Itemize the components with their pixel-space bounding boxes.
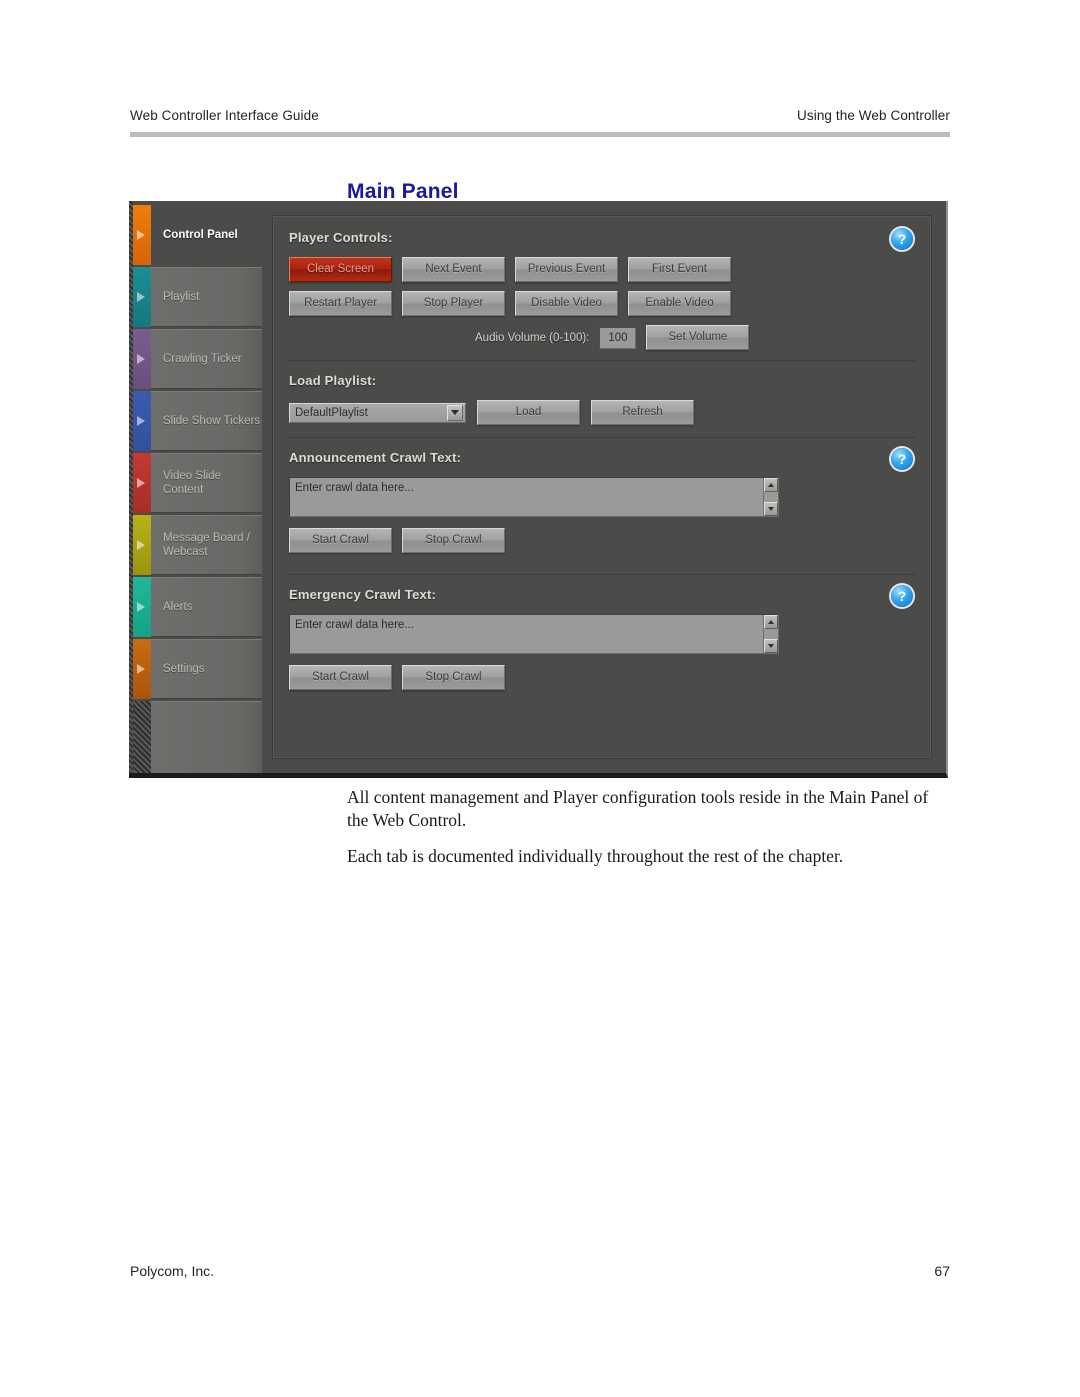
body-paragraph: Each tab is documented individually thro… (347, 845, 844, 866)
tab-color-swatch (133, 205, 151, 265)
tab-color-swatch (133, 515, 151, 575)
group-announcement-crawl: ? Announcement Crawl Text: Enter crawl d… (289, 437, 915, 574)
group-title-announcement-crawl: Announcement Crawl Text: (289, 450, 462, 465)
playlist-select-value: DefaultPlaylist (295, 406, 368, 419)
help-icon[interactable]: ? (891, 448, 913, 470)
triangle-right-icon (137, 354, 145, 364)
sidebar-item-label: Slide Show Tickers (151, 391, 262, 451)
first-event-button[interactable]: First Event (628, 257, 731, 282)
help-icon[interactable]: ? (891, 228, 913, 250)
main-panel-content: ? Player Controls: Clear Screen Next Eve… (262, 201, 946, 773)
triangle-right-icon (137, 664, 145, 674)
panel-box: ? Player Controls: Clear Screen Next Eve… (272, 215, 932, 759)
announcement-crawl-text: Enter crawl data here... (295, 482, 414, 494)
restart-player-button[interactable]: Restart Player (289, 291, 392, 316)
sidebar-item-alerts[interactable]: Alerts (133, 577, 262, 637)
sidebar-empty-strip-body (151, 701, 262, 773)
body-paragraph: All content management and Player config… (347, 787, 929, 831)
sidebar-empty-strip (133, 701, 262, 773)
page-footer: Polycom, Inc. 67 (130, 1263, 950, 1279)
group-title-player-controls: Player Controls: (289, 230, 393, 245)
tab-color-swatch (133, 577, 151, 637)
announcement-stop-crawl-button[interactable]: Stop Crawl (402, 528, 505, 553)
previous-event-button[interactable]: Previous Event (515, 257, 618, 282)
running-head-left: Web Controller Interface Guide (130, 108, 319, 123)
chevron-down-icon[interactable] (447, 404, 463, 421)
emergency-crawl-buttons: Start Crawl Stop Crawl (289, 665, 915, 690)
disable-video-button[interactable]: Disable Video (515, 291, 618, 316)
load-playlist-button[interactable]: Load (477, 400, 580, 425)
sidebar-item-message-board-webcast[interactable]: Message Board / Webcast (133, 515, 262, 575)
scroll-up-icon[interactable] (764, 478, 778, 492)
scroll-down-icon[interactable] (764, 639, 778, 653)
page-running-head: Web Controller Interface Guide Using the… (130, 108, 950, 137)
audio-volume-label: Audio Volume (0-100): (475, 331, 590, 344)
group-emergency-crawl: ? Emergency Crawl Text: Enter crawl data… (289, 574, 915, 711)
tab-color-swatch (133, 391, 151, 451)
sidebar-item-label: Message Board / Webcast (151, 515, 262, 575)
running-head-right: Using the Web Controller (797, 108, 950, 123)
body-copy: All content management and Player config… (347, 786, 947, 880)
emergency-stop-crawl-button[interactable]: Stop Crawl (402, 665, 505, 690)
player-buttons-row-2: Restart Player Stop Player Disable Video… (289, 291, 915, 316)
refresh-playlist-button[interactable]: Refresh (591, 400, 694, 425)
clear-screen-button[interactable]: Clear Screen (289, 257, 392, 282)
stop-player-button[interactable]: Stop Player (402, 291, 505, 316)
tab-color-swatch (133, 267, 151, 327)
triangle-right-icon (137, 540, 145, 550)
announcement-crawl-buttons: Start Crawl Stop Crawl (289, 528, 915, 553)
enable-video-button[interactable]: Enable Video (628, 291, 731, 316)
sidebar-item-label: Video Slide Content (151, 453, 262, 513)
set-volume-button[interactable]: Set Volume (646, 325, 750, 350)
sidebar-item-label: Alerts (151, 577, 262, 637)
sidebar-item-video-slide-content[interactable]: Video Slide Content (133, 453, 262, 513)
audio-volume-row: Audio Volume (0-100): Set Volume (289, 325, 915, 350)
header-rule (130, 132, 950, 137)
playlist-select[interactable]: DefaultPlaylist (289, 402, 466, 423)
emergency-start-crawl-button[interactable]: Start Crawl (289, 665, 392, 690)
footer-company: Polycom, Inc. (130, 1263, 215, 1279)
tab-color-swatch (133, 329, 151, 389)
sidebar-item-label: Crawling Ticker (151, 329, 262, 389)
rail-edge-texture (133, 701, 151, 773)
announcement-crawl-textarea[interactable]: Enter crawl data here... (289, 477, 779, 517)
triangle-right-icon (137, 230, 145, 240)
triangle-right-icon (137, 478, 145, 488)
sidebar-item-label: Playlist (151, 267, 262, 327)
audio-volume-input[interactable] (599, 326, 637, 349)
scroll-down-icon[interactable] (764, 502, 778, 516)
tab-color-swatch (133, 453, 151, 513)
sidebar-item-playlist[interactable]: Playlist (133, 267, 262, 327)
triangle-right-icon (137, 292, 145, 302)
next-event-button[interactable]: Next Event (402, 257, 505, 282)
sidebar-item-slide-show-tickers[interactable]: Slide Show Tickers (133, 391, 262, 451)
help-icon[interactable]: ? (891, 585, 913, 607)
group-title-emergency-crawl: Emergency Crawl Text: (289, 587, 437, 602)
sidebar-item-label: Control Panel (163, 228, 238, 241)
group-player-controls: ? Player Controls: Clear Screen Next Eve… (289, 228, 915, 350)
textarea-scrollbar[interactable] (763, 615, 778, 653)
scroll-up-icon[interactable] (764, 615, 778, 629)
group-load-playlist: Load Playlist: DefaultPlaylist Load Refr… (289, 360, 915, 437)
group-title-load-playlist: Load Playlist: (289, 373, 377, 388)
sidebar-item-settings[interactable]: Settings (133, 639, 262, 699)
emergency-crawl-textarea[interactable]: Enter crawl data here... (289, 614, 779, 654)
sidebar-tab-rail: Control Panel Playlist Crawling Ticker Slid… (129, 201, 262, 773)
announcement-start-crawl-button[interactable]: Start Crawl (289, 528, 392, 553)
tab-color-swatch (133, 639, 151, 699)
page-number: 67 (934, 1263, 950, 1279)
triangle-right-icon (137, 602, 145, 612)
sidebar-item-control-panel[interactable]: Control Panel (133, 205, 262, 265)
web-controller-screenshot: Control Panel Playlist Crawling Ticker Slid… (129, 201, 948, 778)
playlist-row: DefaultPlaylist Load Refresh (289, 400, 915, 425)
emergency-crawl-text: Enter crawl data here... (295, 619, 414, 631)
sidebar-item-label: Settings (151, 639, 262, 699)
player-buttons-row-1: Clear Screen Next Event Previous Event F… (289, 257, 915, 282)
triangle-right-icon (137, 416, 145, 426)
sidebar-item-crawling-ticker[interactable]: Crawling Ticker (133, 329, 262, 389)
textarea-scrollbar[interactable] (763, 478, 778, 516)
